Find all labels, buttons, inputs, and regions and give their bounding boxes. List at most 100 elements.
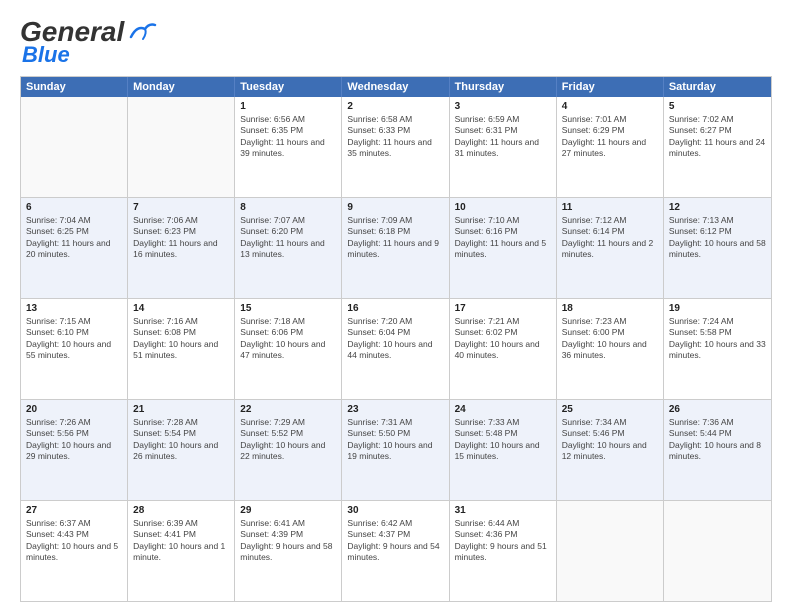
cell-info-25: Sunrise: 7:34 AM Sunset: 5:46 PM Dayligh… <box>562 417 658 463</box>
day-number-21: 21 <box>133 403 229 416</box>
day-number-13: 13 <box>26 302 122 315</box>
day-number-2: 2 <box>347 100 443 113</box>
cal-cell-r3-c5: 25Sunrise: 7:34 AM Sunset: 5:46 PM Dayli… <box>557 400 664 500</box>
cell-info-5: Sunrise: 7:02 AM Sunset: 6:27 PM Dayligh… <box>669 114 766 160</box>
header-monday: Monday <box>128 77 235 97</box>
cal-cell-r4-c1: 28Sunrise: 6:39 AM Sunset: 4:41 PM Dayli… <box>128 501 235 601</box>
cal-cell-r0-c0 <box>21 97 128 197</box>
day-number-15: 15 <box>240 302 336 315</box>
day-number-10: 10 <box>455 201 551 214</box>
cell-info-13: Sunrise: 7:15 AM Sunset: 6:10 PM Dayligh… <box>26 316 122 362</box>
day-number-12: 12 <box>669 201 766 214</box>
day-number-30: 30 <box>347 504 443 517</box>
day-number-5: 5 <box>669 100 766 113</box>
day-number-14: 14 <box>133 302 229 315</box>
day-number-1: 1 <box>240 100 336 113</box>
day-number-4: 4 <box>562 100 658 113</box>
cell-info-22: Sunrise: 7:29 AM Sunset: 5:52 PM Dayligh… <box>240 417 336 463</box>
cal-cell-r2-c4: 17Sunrise: 7:21 AM Sunset: 6:02 PM Dayli… <box>450 299 557 399</box>
cell-info-14: Sunrise: 7:16 AM Sunset: 6:08 PM Dayligh… <box>133 316 229 362</box>
cell-info-8: Sunrise: 7:07 AM Sunset: 6:20 PM Dayligh… <box>240 215 336 261</box>
day-number-25: 25 <box>562 403 658 416</box>
cell-info-23: Sunrise: 7:31 AM Sunset: 5:50 PM Dayligh… <box>347 417 443 463</box>
cell-info-21: Sunrise: 7:28 AM Sunset: 5:54 PM Dayligh… <box>133 417 229 463</box>
day-number-3: 3 <box>455 100 551 113</box>
day-number-27: 27 <box>26 504 122 517</box>
cell-info-30: Sunrise: 6:42 AM Sunset: 4:37 PM Dayligh… <box>347 518 443 564</box>
logo: General Blue <box>20 16 157 68</box>
cal-cell-r2-c2: 15Sunrise: 7:18 AM Sunset: 6:06 PM Dayli… <box>235 299 342 399</box>
day-number-7: 7 <box>133 201 229 214</box>
day-number-26: 26 <box>669 403 766 416</box>
cal-cell-r1-c4: 10Sunrise: 7:10 AM Sunset: 6:16 PM Dayli… <box>450 198 557 298</box>
cal-cell-r2-c3: 16Sunrise: 7:20 AM Sunset: 6:04 PM Dayli… <box>342 299 449 399</box>
header-wednesday: Wednesday <box>342 77 449 97</box>
header-tuesday: Tuesday <box>235 77 342 97</box>
day-number-8: 8 <box>240 201 336 214</box>
cell-info-31: Sunrise: 6:44 AM Sunset: 4:36 PM Dayligh… <box>455 518 551 564</box>
day-number-22: 22 <box>240 403 336 416</box>
day-number-19: 19 <box>669 302 766 315</box>
calendar: Sunday Monday Tuesday Wednesday Thursday… <box>20 76 772 602</box>
calendar-row-0: 1Sunrise: 6:56 AM Sunset: 6:35 PM Daylig… <box>21 97 771 197</box>
calendar-body: 1Sunrise: 6:56 AM Sunset: 6:35 PM Daylig… <box>21 97 771 601</box>
day-number-23: 23 <box>347 403 443 416</box>
day-number-24: 24 <box>455 403 551 416</box>
day-number-17: 17 <box>455 302 551 315</box>
cell-info-29: Sunrise: 6:41 AM Sunset: 4:39 PM Dayligh… <box>240 518 336 564</box>
header-sunday: Sunday <box>21 77 128 97</box>
day-number-11: 11 <box>562 201 658 214</box>
cell-info-18: Sunrise: 7:23 AM Sunset: 6:00 PM Dayligh… <box>562 316 658 362</box>
cal-cell-r2-c5: 18Sunrise: 7:23 AM Sunset: 6:00 PM Dayli… <box>557 299 664 399</box>
cell-info-1: Sunrise: 6:56 AM Sunset: 6:35 PM Dayligh… <box>240 114 336 160</box>
cal-cell-r4-c2: 29Sunrise: 6:41 AM Sunset: 4:39 PM Dayli… <box>235 501 342 601</box>
page: General Blue Sunday Monday Tuesday Wedne… <box>0 0 792 612</box>
cal-cell-r3-c1: 21Sunrise: 7:28 AM Sunset: 5:54 PM Dayli… <box>128 400 235 500</box>
cal-cell-r4-c6 <box>664 501 771 601</box>
logo-blue-text: Blue <box>22 42 70 68</box>
cell-info-6: Sunrise: 7:04 AM Sunset: 6:25 PM Dayligh… <box>26 215 122 261</box>
cal-cell-r0-c2: 1Sunrise: 6:56 AM Sunset: 6:35 PM Daylig… <box>235 97 342 197</box>
cal-cell-r1-c5: 11Sunrise: 7:12 AM Sunset: 6:14 PM Dayli… <box>557 198 664 298</box>
cal-cell-r1-c6: 12Sunrise: 7:13 AM Sunset: 6:12 PM Dayli… <box>664 198 771 298</box>
header-friday: Friday <box>557 77 664 97</box>
day-number-9: 9 <box>347 201 443 214</box>
day-number-6: 6 <box>26 201 122 214</box>
day-number-31: 31 <box>455 504 551 517</box>
cal-cell-r2-c6: 19Sunrise: 7:24 AM Sunset: 5:58 PM Dayli… <box>664 299 771 399</box>
cal-cell-r3-c2: 22Sunrise: 7:29 AM Sunset: 5:52 PM Dayli… <box>235 400 342 500</box>
cell-info-4: Sunrise: 7:01 AM Sunset: 6:29 PM Dayligh… <box>562 114 658 160</box>
cell-info-15: Sunrise: 7:18 AM Sunset: 6:06 PM Dayligh… <box>240 316 336 362</box>
cal-cell-r2-c0: 13Sunrise: 7:15 AM Sunset: 6:10 PM Dayli… <box>21 299 128 399</box>
cal-cell-r3-c6: 26Sunrise: 7:36 AM Sunset: 5:44 PM Dayli… <box>664 400 771 500</box>
cal-cell-r3-c4: 24Sunrise: 7:33 AM Sunset: 5:48 PM Dayli… <box>450 400 557 500</box>
header-thursday: Thursday <box>450 77 557 97</box>
cell-info-9: Sunrise: 7:09 AM Sunset: 6:18 PM Dayligh… <box>347 215 443 261</box>
cal-cell-r1-c3: 9Sunrise: 7:09 AM Sunset: 6:18 PM Daylig… <box>342 198 449 298</box>
calendar-header: Sunday Monday Tuesday Wednesday Thursday… <box>21 77 771 97</box>
cell-info-3: Sunrise: 6:59 AM Sunset: 6:31 PM Dayligh… <box>455 114 551 160</box>
cell-info-27: Sunrise: 6:37 AM Sunset: 4:43 PM Dayligh… <box>26 518 122 564</box>
calendar-row-2: 13Sunrise: 7:15 AM Sunset: 6:10 PM Dayli… <box>21 298 771 399</box>
cal-cell-r4-c4: 31Sunrise: 6:44 AM Sunset: 4:36 PM Dayli… <box>450 501 557 601</box>
calendar-row-1: 6Sunrise: 7:04 AM Sunset: 6:25 PM Daylig… <box>21 197 771 298</box>
cal-cell-r0-c5: 4Sunrise: 7:01 AM Sunset: 6:29 PM Daylig… <box>557 97 664 197</box>
cell-info-26: Sunrise: 7:36 AM Sunset: 5:44 PM Dayligh… <box>669 417 766 463</box>
cell-info-20: Sunrise: 7:26 AM Sunset: 5:56 PM Dayligh… <box>26 417 122 463</box>
calendar-row-3: 20Sunrise: 7:26 AM Sunset: 5:56 PM Dayli… <box>21 399 771 500</box>
cell-info-19: Sunrise: 7:24 AM Sunset: 5:58 PM Dayligh… <box>669 316 766 362</box>
day-number-20: 20 <box>26 403 122 416</box>
cell-info-17: Sunrise: 7:21 AM Sunset: 6:02 PM Dayligh… <box>455 316 551 362</box>
cal-cell-r0-c4: 3Sunrise: 6:59 AM Sunset: 6:31 PM Daylig… <box>450 97 557 197</box>
cell-info-7: Sunrise: 7:06 AM Sunset: 6:23 PM Dayligh… <box>133 215 229 261</box>
cell-info-12: Sunrise: 7:13 AM Sunset: 6:12 PM Dayligh… <box>669 215 766 261</box>
cal-cell-r3-c3: 23Sunrise: 7:31 AM Sunset: 5:50 PM Dayli… <box>342 400 449 500</box>
calendar-row-4: 27Sunrise: 6:37 AM Sunset: 4:43 PM Dayli… <box>21 500 771 601</box>
cell-info-24: Sunrise: 7:33 AM Sunset: 5:48 PM Dayligh… <box>455 417 551 463</box>
cal-cell-r1-c0: 6Sunrise: 7:04 AM Sunset: 6:25 PM Daylig… <box>21 198 128 298</box>
day-number-18: 18 <box>562 302 658 315</box>
cell-info-2: Sunrise: 6:58 AM Sunset: 6:33 PM Dayligh… <box>347 114 443 160</box>
cal-cell-r1-c2: 8Sunrise: 7:07 AM Sunset: 6:20 PM Daylig… <box>235 198 342 298</box>
day-number-29: 29 <box>240 504 336 517</box>
cell-info-16: Sunrise: 7:20 AM Sunset: 6:04 PM Dayligh… <box>347 316 443 362</box>
